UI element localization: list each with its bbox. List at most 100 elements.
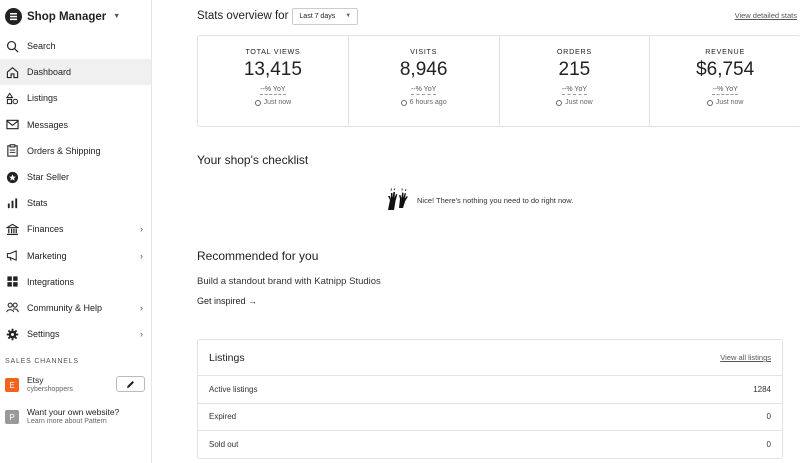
sidebar-item-label: Marketing	[27, 250, 67, 261]
sidebar-item-dashboard[interactable]: Dashboard	[0, 59, 151, 86]
stat-value: $6,754	[696, 59, 755, 80]
stat-label: TOTAL VIEWS	[245, 47, 301, 56]
sidebar-item-star-seller[interactable]: Star Seller	[0, 164, 151, 190]
chevron-right-icon: ›	[140, 329, 143, 340]
people-icon	[5, 301, 19, 315]
stat-yoy[interactable]: --% YoY	[260, 85, 286, 95]
clock-icon	[706, 99, 713, 106]
clock-icon	[400, 99, 407, 106]
sidebar-item-label: Stats	[27, 198, 48, 209]
stat-time-text: 6 hours ago	[409, 99, 447, 106]
view-all-listings-link[interactable]: View all listings	[720, 353, 771, 362]
sidebar-item-label: Community & Help	[27, 302, 103, 313]
stat-updated: Just now	[254, 99, 292, 106]
megaphone-icon	[5, 249, 19, 263]
app-title: Shop Manager	[27, 10, 107, 23]
sidebar-item-search[interactable]: Search	[0, 33, 151, 59]
period-value: Last 7 days	[299, 12, 336, 20]
table-row[interactable]: Sold out 0	[198, 431, 782, 459]
channel-name: Etsy	[27, 375, 44, 386]
channel-learn-more[interactable]: Learn more about Pattern	[27, 417, 119, 427]
stat-orders: ORDERS 215 --% YoY Just now	[500, 36, 651, 126]
sidebar-item-label: Star Seller	[27, 172, 70, 183]
stat-updated: Just now	[556, 99, 593, 106]
stat-yoy[interactable]: --% YoY	[561, 85, 588, 95]
sidebar-item-stats[interactable]: Stats	[0, 190, 151, 216]
clock-icon	[556, 99, 563, 106]
mail-icon	[5, 118, 19, 132]
listings-card-title: Listings	[209, 351, 245, 364]
etsy-badge-icon: E	[5, 378, 19, 393]
sidebar-item-settings[interactable]: Settings ›	[0, 321, 151, 347]
sidebar-item-messages[interactable]: Messages	[0, 112, 151, 138]
table-row[interactable]: Expired 0	[198, 404, 782, 431]
stat-updated: 6 hours ago	[400, 99, 447, 106]
sidebar-item-listings[interactable]: Listings	[0, 85, 151, 111]
stat-value: 215	[558, 59, 591, 80]
search-icon	[5, 39, 19, 53]
bar-chart-icon	[5, 196, 19, 210]
celebrating-hands-icon	[388, 188, 408, 210]
recommended-subtitle: Build a standout brand with Katnipp Stud…	[197, 276, 381, 287]
sidebar-item-label: Dashboard	[27, 67, 72, 78]
listings-icon	[5, 91, 19, 105]
channel-pattern[interactable]: P Want your own website? Learn more abou…	[0, 403, 151, 431]
row-label: Sold out	[209, 440, 239, 450]
table-row[interactable]: Active listings 1284	[198, 376, 782, 404]
view-detailed-stats-link[interactable]: View detailed stats	[735, 11, 797, 20]
stats-card: TOTAL VIEWS 13,415 --% YoY Just now VISI…	[197, 35, 800, 127]
sidebar-item-community-help[interactable]: Community & Help ›	[0, 295, 151, 321]
sidebar-item-label: Settings	[27, 329, 60, 340]
stat-yoy[interactable]: --% YoY	[712, 85, 738, 95]
channel-name: Want your own website?	[27, 407, 120, 418]
stat-total-views: TOTAL VIEWS 13,415 --% YoY Just now	[198, 36, 349, 126]
stat-time-text: Just now	[565, 99, 593, 106]
stat-yoy[interactable]: --% YoY	[410, 85, 437, 95]
recommended-title: Recommended for you	[197, 249, 319, 263]
sidebar-nav: Search Dashboard Listings Messages Order…	[0, 33, 151, 347]
sidebar-item-label: Messages	[27, 119, 69, 130]
stat-label: REVENUE	[705, 47, 745, 56]
clipboard-icon	[5, 144, 19, 158]
star-badge-icon	[5, 170, 19, 184]
sidebar: Shop Manager ▼ Search Dashboard Listings…	[0, 0, 152, 463]
pattern-badge-icon: P	[5, 410, 19, 425]
stat-value: 13,415	[243, 59, 302, 80]
channel-etsy[interactable]: E Etsy cybershoppers	[0, 373, 151, 397]
sidebar-item-label: Orders & Shipping	[27, 145, 101, 156]
chevron-down-icon: ▼	[113, 13, 121, 20]
pencil-icon	[127, 380, 134, 388]
shop-manager-menu[interactable]: Shop Manager ▼	[0, 0, 151, 33]
stats-title: Stats overview for	[197, 10, 289, 22]
sidebar-item-marketing[interactable]: Marketing ›	[0, 243, 151, 269]
home-icon	[5, 65, 19, 79]
checklist-title: Your shop's checklist	[197, 153, 309, 167]
bank-icon	[5, 222, 19, 236]
chevron-right-icon: ›	[140, 302, 143, 313]
row-label: Active listings	[209, 384, 258, 394]
listings-card: Listings View all listings Active listin…	[197, 339, 783, 459]
edit-channel-button[interactable]	[116, 376, 145, 393]
sidebar-item-integrations[interactable]: Integrations	[0, 269, 151, 295]
row-value: 0	[766, 440, 771, 450]
grid-icon	[5, 275, 19, 289]
sidebar-item-label: Integrations	[27, 276, 75, 287]
row-value: 0	[766, 412, 771, 422]
get-inspired-link[interactable]: Get inspired →	[197, 296, 257, 306]
checklist-text: Nice! There's nothing you need to do rig…	[417, 195, 574, 205]
stat-updated: Just now	[706, 99, 743, 106]
stat-revenue: REVENUE $6,754 --% YoY Just now	[650, 36, 800, 126]
stat-time-text: Just now	[263, 99, 292, 106]
channel-etsy-text: Etsy cybershoppers	[27, 375, 73, 395]
sidebar-item-finances[interactable]: Finances ›	[0, 216, 151, 242]
chevron-right-icon: ›	[140, 250, 143, 261]
row-value: 1284	[753, 384, 771, 394]
caret-down-icon: ▼	[345, 13, 352, 19]
stats-header: Stats overview for Last 7 days ▼ View de…	[197, 7, 800, 25]
sidebar-item-label: Listings	[27, 93, 58, 104]
channel-shop-name: cybershoppers	[27, 386, 73, 394]
clock-icon	[254, 99, 261, 106]
period-select[interactable]: Last 7 days ▼	[292, 7, 359, 25]
gear-icon	[5, 327, 19, 341]
sidebar-item-orders-shipping[interactable]: Orders & Shipping	[0, 138, 151, 164]
